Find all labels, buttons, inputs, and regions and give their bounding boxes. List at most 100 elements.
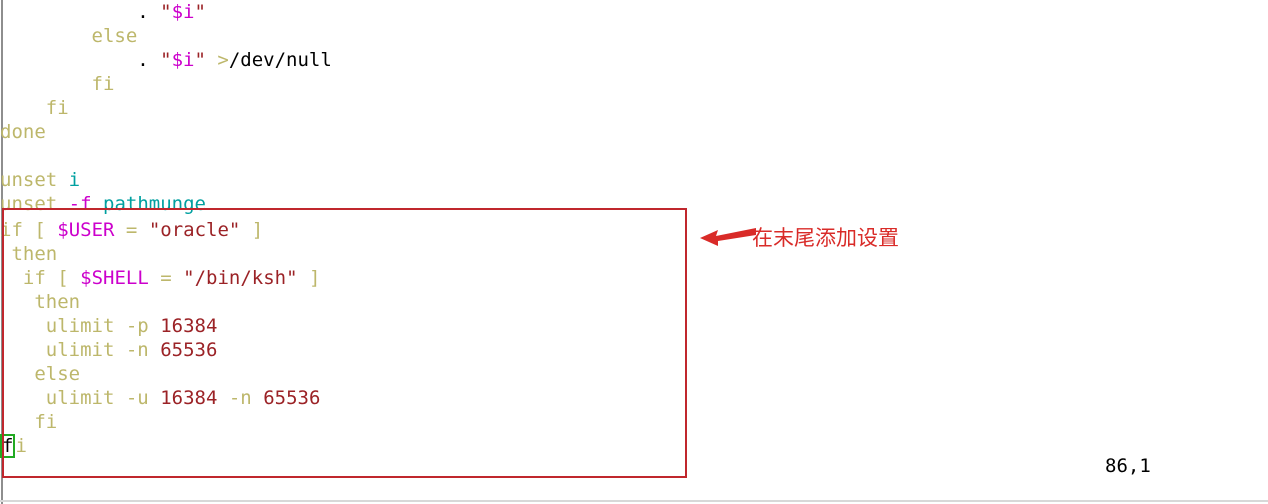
code-token: . [0,49,161,71]
code-line[interactable]: if [ $SHELL = "/bin/ksh" ] [0,266,1100,290]
code-token: then [34,291,81,313]
code-line[interactable]: ulimit -n 65536 [0,338,1100,362]
code-line[interactable]: if [ $USER = "oracle" ] [0,218,1100,242]
annotation-note-text: 在末尾添加设置 [752,226,899,250]
code-token: . [0,1,161,23]
code-line[interactable]: done [0,120,1100,144]
code-token: $SHELL [80,267,149,289]
code-line[interactable]: then [0,290,1100,314]
code-token: " [194,49,206,71]
code-token: -n [125,339,149,361]
code-token: then [11,243,58,265]
code-token: -f [68,193,92,215]
code-token: 16384 [160,315,218,337]
window-bottom-edge-rule [0,500,1268,502]
code-token: = [125,219,138,241]
code-token: done [0,121,46,143]
code-token: "/bin/ksh" [183,267,298,289]
code-token: else [91,25,138,47]
code-token: ] [251,219,264,241]
code-token: " [160,49,172,71]
code-token: > [205,49,229,71]
code-token: if [22,267,46,289]
code-token: -n [228,387,252,409]
code-line[interactable]: unset -f pathmunge [0,192,1100,216]
code-token: -u [125,387,149,409]
code-token: -p [125,315,149,337]
code-line[interactable]: else [0,362,1100,386]
code-line[interactable]: ulimit -p 16384 [0,314,1100,338]
code-token: unset [0,193,58,215]
left-arrow-icon [700,226,756,250]
code-token: ulimit [45,315,115,337]
code-token: ulimit [45,339,115,361]
text-cursor: f [0,434,16,458]
code-line[interactable]: . "$i" [0,0,1100,24]
code-token: fi [91,73,115,95]
code-token: fi [45,97,69,119]
code-token: ] [308,267,321,289]
code-line[interactable]: fi [0,434,1100,458]
code-token: "oracle" [148,219,241,241]
code-token: if [0,219,23,241]
code-line[interactable]: fi [0,72,1100,96]
code-token: [ [57,267,69,289]
code-token: fi [34,411,58,433]
code-line[interactable]: then [0,242,1100,266]
editor-text-area[interactable]: . "$i" else . "$i" >/dev/null fi fi done u… [0,0,1268,480]
code-token: $USER [57,219,115,241]
status-ruler-position: 86,1 [1105,455,1151,477]
code-token: i [15,435,27,457]
code-line[interactable]: ulimit -u 16384 -n 65536 [0,386,1100,410]
code-token: " [160,1,172,23]
code-line[interactable]: unset i [0,168,1100,192]
code-token: ulimit [45,387,115,409]
code-line[interactable] [0,144,1100,168]
code-line[interactable]: . "$i" >/dev/null [0,48,1100,72]
code-token: " [194,1,206,23]
code-line[interactable]: else [0,24,1100,48]
code-token: unset [0,169,58,191]
code-token: $i [171,1,195,23]
code-token: i [68,169,81,191]
code-line[interactable]: fi [0,96,1100,120]
code-token: = [160,267,172,289]
code-token: else [34,363,81,385]
code-token: $i [171,49,195,71]
code-line[interactable]: fi [0,410,1100,434]
code-token: 16384 [160,387,218,409]
code-token: 65536 [160,339,218,361]
code-token: /dev/null [228,49,332,71]
code-token: pathmunge [103,193,206,215]
